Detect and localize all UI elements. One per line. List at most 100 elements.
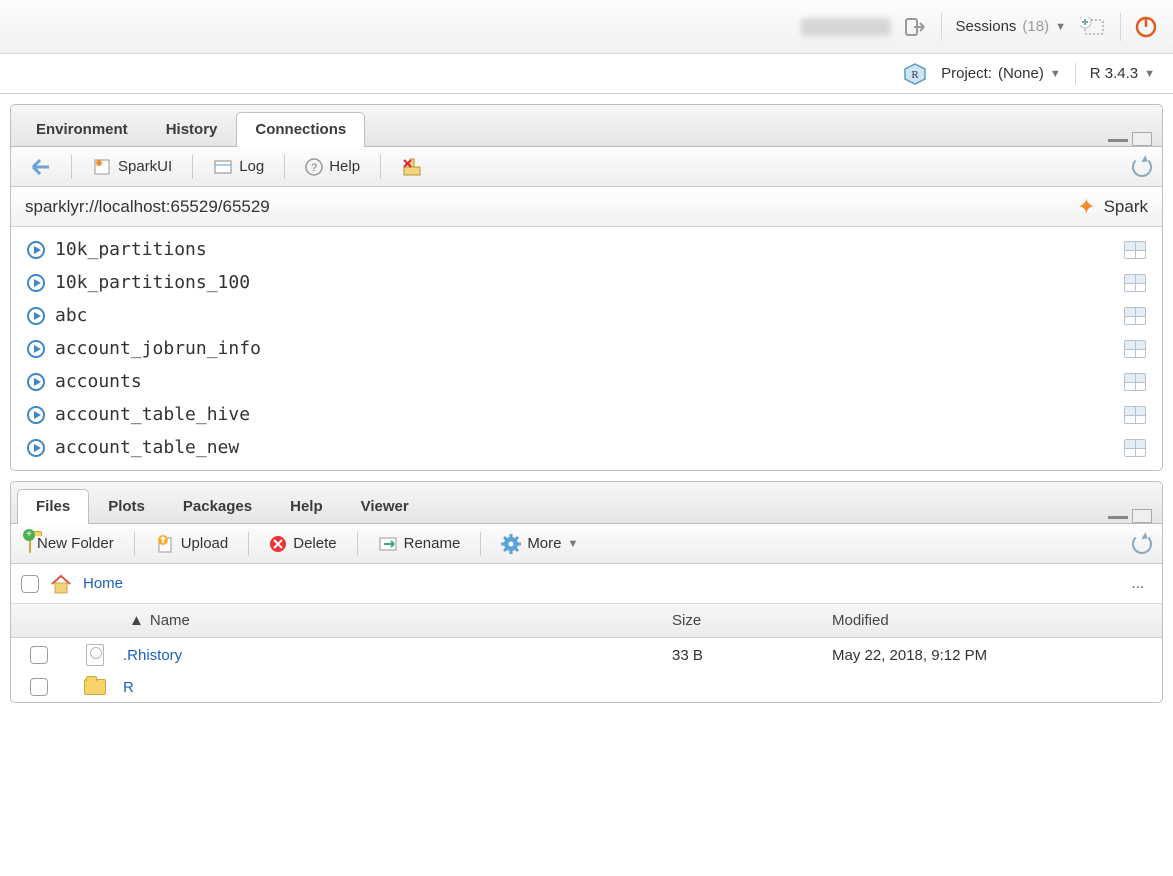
- file-name[interactable]: .Rhistory: [123, 647, 182, 664]
- table-name: 10k_partitions: [55, 239, 207, 260]
- table-row[interactable]: 10k_partitions_100: [11, 266, 1162, 299]
- tab-connections[interactable]: Connections: [236, 112, 365, 147]
- tab-plots[interactable]: Plots: [89, 489, 164, 524]
- table-row[interactable]: accounts: [11, 365, 1162, 398]
- chevron-down-icon: ▼: [1144, 68, 1155, 80]
- table-row[interactable]: account_table_hive: [11, 398, 1162, 431]
- home-icon[interactable]: [49, 573, 73, 595]
- tab-history[interactable]: History: [147, 112, 237, 147]
- power-icon[interactable]: [1135, 16, 1157, 38]
- maximize-pane-button[interactable]: [1132, 509, 1152, 523]
- refresh-icon[interactable]: [1132, 157, 1152, 177]
- table-name: accounts: [55, 371, 142, 392]
- preview-table-icon[interactable]: [1124, 373, 1146, 391]
- sessions-dropdown[interactable]: Sessions (18) ▼: [956, 18, 1066, 35]
- upload-button[interactable]: Upload: [147, 530, 237, 558]
- expand-icon[interactable]: [27, 439, 45, 457]
- disconnect-icon: [401, 157, 423, 177]
- tab-environment[interactable]: Environment: [17, 112, 147, 147]
- file-modified: May 22, 2018, 9:12 PM: [832, 647, 1162, 664]
- separator: [941, 13, 942, 41]
- tab-help[interactable]: Help: [271, 489, 342, 524]
- tab-files[interactable]: Files: [17, 489, 89, 524]
- project-toolbar: R Project: (None) ▼ R 3.4.3 ▼: [0, 54, 1173, 94]
- chevron-down-icon: ▼: [1055, 21, 1066, 33]
- file-row: R: [11, 672, 1162, 702]
- separator: [480, 532, 481, 556]
- preview-table-icon[interactable]: [1124, 406, 1146, 424]
- more-label: More: [527, 535, 561, 552]
- upload-label: Upload: [181, 535, 229, 552]
- sparkui-button[interactable]: SparkUI: [84, 153, 180, 181]
- expand-icon[interactable]: [27, 241, 45, 259]
- help-label: Help: [329, 158, 360, 175]
- new-folder-label: New Folder: [37, 535, 114, 552]
- separator: [284, 155, 285, 179]
- refresh-icon[interactable]: [1132, 534, 1152, 554]
- chevron-down-icon: ▼: [568, 538, 579, 550]
- select-all-checkbox[interactable]: [21, 575, 39, 593]
- preview-table-icon[interactable]: [1124, 307, 1146, 325]
- separator: [248, 532, 249, 556]
- table-name: account_table_new: [55, 437, 239, 458]
- minimize-pane-button[interactable]: [1108, 136, 1128, 142]
- sessions-label: Sessions: [956, 18, 1017, 35]
- new-folder-button[interactable]: + New Folder: [21, 531, 122, 556]
- new-session-icon[interactable]: [1080, 17, 1106, 37]
- sign-out-icon[interactable]: [905, 17, 927, 37]
- more-dropdown[interactable]: More ▼: [493, 530, 586, 558]
- project-selector[interactable]: Project: (None) ▼: [941, 65, 1061, 82]
- table-row[interactable]: account_jobrun_info: [11, 332, 1162, 365]
- table-name: account_jobrun_info: [55, 338, 261, 359]
- separator: [134, 532, 135, 556]
- preview-table-icon[interactable]: [1124, 340, 1146, 358]
- column-header-modified[interactable]: Modified: [832, 612, 1162, 629]
- row-checkbox[interactable]: [30, 646, 48, 664]
- file-name[interactable]: R: [123, 679, 134, 696]
- r-version-selector[interactable]: R 3.4.3 ▼: [1090, 65, 1155, 82]
- connection-header: sparklyr://localhost:65529/65529 ✦ Spark: [11, 187, 1162, 227]
- pane-window-controls: [1108, 132, 1156, 146]
- expand-icon[interactable]: [27, 307, 45, 325]
- path-overflow-button[interactable]: ...: [1131, 575, 1152, 592]
- row-checkbox[interactable]: [30, 678, 48, 696]
- expand-icon[interactable]: [27, 274, 45, 292]
- log-button[interactable]: Log: [205, 154, 272, 180]
- separator: [192, 155, 193, 179]
- table-row[interactable]: abc: [11, 299, 1162, 332]
- file-list-header: ▲ Name Size Modified: [11, 604, 1162, 638]
- maximize-pane-button[interactable]: [1132, 132, 1152, 146]
- folder-icon: [84, 679, 106, 695]
- file-icon: [86, 644, 104, 666]
- expand-icon[interactable]: [27, 340, 45, 358]
- preview-table-icon[interactable]: [1124, 274, 1146, 292]
- connection-type: Spark: [1104, 197, 1148, 217]
- table-row[interactable]: account_table_new: [11, 431, 1162, 464]
- expand-icon[interactable]: [27, 406, 45, 424]
- help-button[interactable]: ? Help: [297, 154, 368, 180]
- username-redacted: [801, 18, 891, 36]
- delete-button[interactable]: Delete: [261, 531, 344, 557]
- column-header-size[interactable]: Size: [672, 612, 832, 629]
- minimize-pane-button[interactable]: [1108, 513, 1128, 519]
- disconnect-button[interactable]: [393, 153, 431, 181]
- svg-text:?: ?: [311, 162, 317, 174]
- project-label: Project:: [941, 65, 992, 82]
- global-toolbar: Sessions (18) ▼: [0, 0, 1173, 54]
- table-row[interactable]: 10k_partitions: [11, 233, 1162, 266]
- preview-table-icon[interactable]: [1124, 439, 1146, 457]
- breadcrumb-home[interactable]: Home: [83, 575, 123, 592]
- back-button[interactable]: [21, 154, 59, 180]
- rename-button[interactable]: Rename: [370, 531, 469, 557]
- separator: [1120, 13, 1121, 41]
- help-icon: ?: [305, 158, 323, 176]
- separator: [380, 155, 381, 179]
- rename-icon: [378, 535, 398, 553]
- expand-icon[interactable]: [27, 373, 45, 391]
- svg-text:R: R: [911, 69, 919, 81]
- tab-viewer[interactable]: Viewer: [342, 489, 428, 524]
- tab-packages[interactable]: Packages: [164, 489, 271, 524]
- new-folder-icon: +: [29, 535, 31, 552]
- column-header-name[interactable]: ▲ Name: [123, 612, 672, 629]
- preview-table-icon[interactable]: [1124, 241, 1146, 259]
